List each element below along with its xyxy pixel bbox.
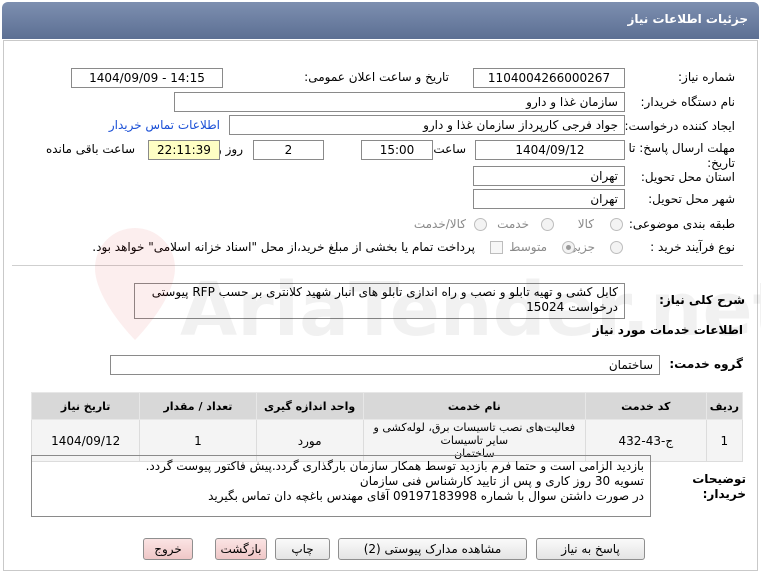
category-option-service: خدمت xyxy=(497,217,529,231)
city-field: تهران xyxy=(473,189,625,209)
remaining-time-field: 22:11:39 xyxy=(148,140,220,160)
deadline-time-label: ساعت xyxy=(433,142,466,156)
treasury-payment-text: پرداخت تمام یا بخشی از مبلغ خرید،از محل … xyxy=(92,240,475,254)
service-group-label: گروه خدمت: xyxy=(669,357,743,371)
back-button[interactable]: بازگشت xyxy=(215,538,267,560)
notes-textarea: بازدید الزامی است و حتما فرم بازدید توسط… xyxy=(31,455,651,517)
remaining-time-label: ساعت باقی مانده xyxy=(45,142,135,156)
creator-field: جواد فرجی کارپرداز سازمان غذا و دارو xyxy=(229,115,625,135)
cell-name-line1: فعالیت‌های نصب تاسیسات برق، لوله‌کشی و س… xyxy=(373,421,576,447)
buyer-org-label: نام دستگاه خریدار: xyxy=(640,95,736,109)
province-field: تهران xyxy=(473,166,625,186)
col-qty: تعداد / مقدار xyxy=(139,392,257,420)
reply-button[interactable]: پاسخ به نیاز xyxy=(536,538,645,560)
col-unit: واحد اندازه گیری xyxy=(255,392,364,420)
notes-line-1: بازدید الزامی است و حتما فرم بازدید توسط… xyxy=(145,459,644,473)
window-title-bar: جزئیات اطلاعات نیاز xyxy=(2,2,759,39)
deadline-time-field: 15:00 xyxy=(361,140,433,160)
treasury-payment-checkbox[interactable] xyxy=(490,241,503,254)
announce-date-label: تاریخ و ساعت اعلان عمومی: xyxy=(304,70,449,84)
col-date: تاریخ نیاز xyxy=(30,392,141,420)
need-number-field: 1104004266000267 xyxy=(473,68,625,88)
category-option-goods-service: کالا/خدمت xyxy=(413,217,466,231)
category-option-goods: کالا xyxy=(577,217,594,231)
creator-label: ایجاد کننده درخواست: xyxy=(624,119,735,133)
page-title: جزئیات اطلاعات نیاز xyxy=(627,12,748,26)
deadline-label: مهلت ارسال پاسخ: تا xyxy=(628,141,735,155)
service-group-field: ساختمان xyxy=(110,355,660,375)
notes-label-2: خریدار: xyxy=(702,487,746,501)
notes-line-3: در صورت داشتن سوال با شماره 09197183998 … xyxy=(208,489,644,503)
category-label: طبقه بندی موضوعی: xyxy=(628,217,735,231)
category-radio-goods-service[interactable] xyxy=(474,218,487,231)
services-table: ردیف کد خدمت نام خدمت واحد اندازه گیری ت… xyxy=(30,392,744,462)
process-option-medium: متوسط xyxy=(509,240,547,254)
city-label: شهر محل تحویل: xyxy=(648,192,735,206)
process-label: نوع فرآیند خرید : xyxy=(650,240,735,254)
buyer-contact-link[interactable]: اطلاعات تماس خریدار xyxy=(109,118,220,132)
cell-index: 1 xyxy=(705,419,744,462)
col-index: ردیف xyxy=(705,392,744,420)
notes-label: توضیحات xyxy=(692,472,746,486)
buyer-org-field: سازمان غذا و دارو xyxy=(174,92,625,112)
province-label: استان محل تحویل: xyxy=(640,170,735,184)
section-divider xyxy=(12,265,743,266)
col-code: کد خدمت xyxy=(584,392,707,420)
summary-label: شرح کلی نیاز: xyxy=(659,293,745,307)
deadline-label-date: تاریخ: xyxy=(707,156,735,170)
announce-date-field: 1404/09/09 - 14:15 xyxy=(71,68,223,88)
notes-line-2: تسویه 30 روز کاری و پس از تایید کارشناس … xyxy=(359,474,644,488)
deadline-date-field: 1404/09/12 xyxy=(475,140,625,160)
need-number-label: شماره نیاز: xyxy=(678,70,735,84)
category-radio-service[interactable] xyxy=(541,218,554,231)
view-attachments-button[interactable]: مشاهده مدارک پیوستی (2) xyxy=(338,538,527,560)
print-button[interactable]: چاپ xyxy=(275,538,330,560)
process-radio-medium[interactable] xyxy=(562,241,575,254)
days-label: روز و xyxy=(216,142,243,156)
services-table-header: ردیف کد خدمت نام خدمت واحد اندازه گیری ت… xyxy=(30,392,744,420)
exit-button[interactable]: خروج xyxy=(143,538,193,560)
col-name: نام خدمت xyxy=(362,392,586,420)
services-section-title: اطلاعات خدمات مورد نیاز xyxy=(592,323,743,337)
category-radio-goods[interactable] xyxy=(610,218,623,231)
process-radio-minor[interactable] xyxy=(610,241,623,254)
summary-textarea: کابل کشی و تهیه تابلو و نصب و راه اندازی… xyxy=(134,283,625,319)
days-remaining-field: 2 xyxy=(253,140,324,160)
